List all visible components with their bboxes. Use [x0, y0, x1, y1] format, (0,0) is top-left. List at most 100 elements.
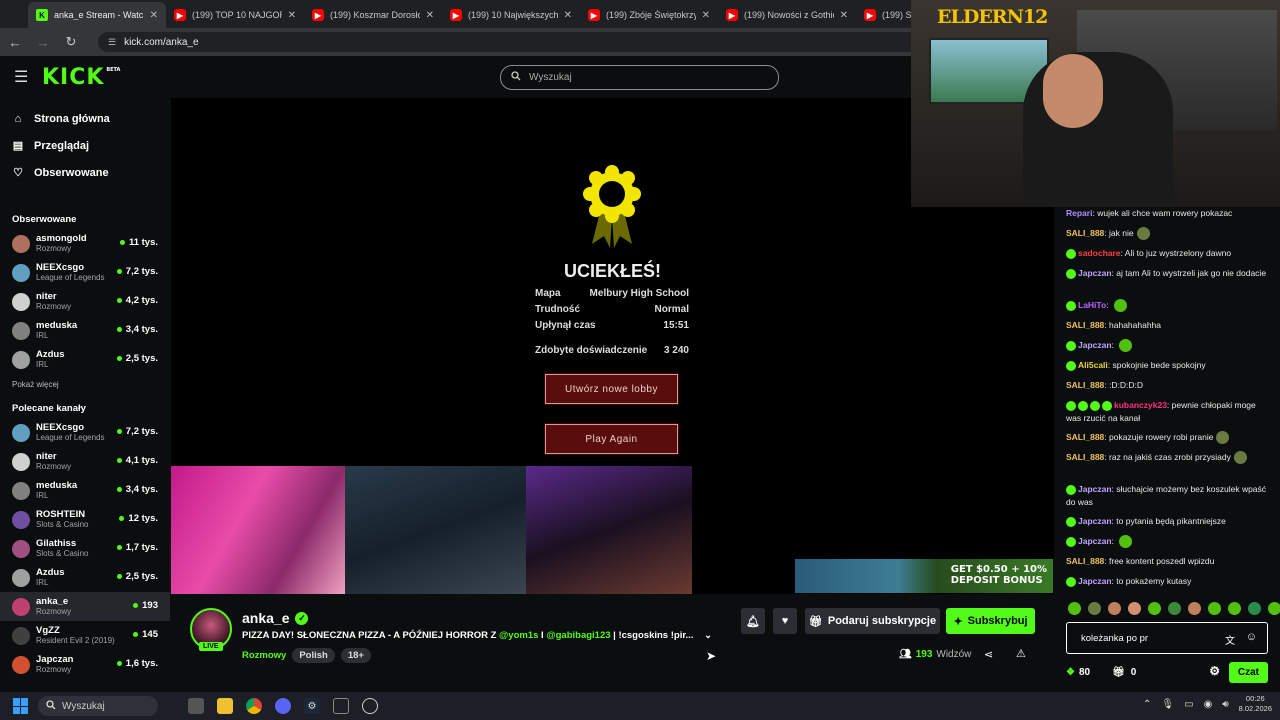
emote-icon[interactable] [1108, 602, 1121, 615]
channel-item[interactable]: NEEXcsgo League of Legends 7,2 tys. [0, 258, 170, 287]
close-tab-icon[interactable]: ✕ [150, 10, 158, 21]
channel-item[interactable]: Azdus IRL 2,5 tys. [0, 345, 170, 374]
channel-item[interactable]: meduska IRL 3,4 tys. [0, 316, 170, 345]
discord-icon[interactable] [275, 698, 291, 714]
channel-item[interactable]: VgZZ Resident Evil 2 (2019) 145 [0, 621, 170, 650]
sidebar-nav-1[interactable]: ▤ Przeglądaj [0, 132, 170, 159]
channel-item[interactable]: anka_e Rozmowy 193 [0, 592, 170, 621]
share-icon[interactable]: ⋖ [984, 648, 993, 661]
close-tab-icon[interactable]: ✕ [426, 10, 434, 21]
kick-logo[interactable]: KICK BETA [42, 65, 120, 90]
play-again-button[interactable]: Play Again [544, 423, 679, 455]
subscribe-button[interactable]: ✦ Subskrybuj [946, 608, 1035, 634]
mention-link[interactable]: @gabibagi123 [546, 630, 610, 641]
browser-tab[interactable]: ▶ (199) 10 Największych Dz ✕ [442, 2, 580, 28]
sidebar-nav-2[interactable]: ♡ Obserwowane [0, 159, 170, 186]
network-icon[interactable]: ◉ [1204, 699, 1213, 710]
notifications-button[interactable]: 🔔︎ [741, 608, 765, 634]
follow-button[interactable]: ♥ [773, 608, 797, 634]
address-bar[interactable]: ☰ kick.com/anka_e [98, 32, 978, 52]
tag-language[interactable]: Polish [292, 648, 335, 663]
emote-icon[interactable] [1148, 602, 1161, 615]
search-input[interactable]: Wyszukaj [500, 65, 779, 90]
points-count[interactable]: 80 [1079, 667, 1090, 678]
browser-tab[interactable]: ▶ (199) Zbóje Świętokrzysc ✕ [580, 2, 718, 28]
emote-icon[interactable] [1248, 602, 1261, 615]
chat-username[interactable]: Japczan [1078, 516, 1112, 526]
chat-username[interactable]: Japczan [1078, 340, 1112, 350]
emote-icon[interactable] [1068, 602, 1081, 615]
chevron-down-icon[interactable]: ⌄ [704, 630, 712, 641]
app-icon[interactable] [333, 698, 349, 714]
browser-tab[interactable]: ▶ (199) Nowości z Gothic R ✕ [718, 2, 856, 28]
obs-icon[interactable] [362, 698, 378, 714]
chat-username[interactable]: SALI_888 [1066, 432, 1104, 442]
browser-tab[interactable]: ▶ (199) TOP 10 NAJGORSZY ✕ [166, 2, 304, 28]
channel-item[interactable]: Gilathiss Slots & Casino 1,7 tys. [0, 534, 170, 563]
emote-icon[interactable] [1208, 602, 1221, 615]
display-icon[interactable]: ▭ [1184, 699, 1193, 710]
report-icon[interactable]: ⚠ [1016, 647, 1026, 660]
channel-item[interactable]: asmongold Rozmowy 11 tys. [0, 229, 170, 258]
browser-tab[interactable]: Kanka_e Stream - Watc ✕ [28, 2, 166, 28]
chat-username[interactable]: Japczan [1078, 484, 1112, 494]
forward-icon[interactable]: → [36, 35, 50, 50]
chat-username[interactable]: kubanczyk23 [1114, 400, 1167, 410]
new-lobby-button[interactable]: Utwórz nowe lobby [544, 373, 679, 405]
streamer-name[interactable]: anka_e [242, 610, 289, 626]
chat-username[interactable]: SALI_888 [1066, 380, 1104, 390]
channel-item[interactable]: Japczan Rozmowy 1,6 tys. [0, 650, 170, 679]
site-info-icon[interactable]: ☰ [108, 37, 116, 48]
channel-item[interactable]: niter Rozmowy 4,1 tys. [0, 447, 170, 476]
chat-username[interactable]: SALI_888 [1066, 556, 1104, 566]
chat-username[interactable]: Japczan [1078, 576, 1112, 586]
mention-link[interactable]: @yom1s [499, 630, 538, 641]
chevron-up-icon[interactable]: ⌃ [1143, 699, 1151, 710]
category-link[interactable]: Rozmowy [242, 650, 286, 661]
volume-icon[interactable]: 🔊︎ [1222, 699, 1228, 710]
task-view-icon[interactable] [188, 698, 204, 714]
close-tab-icon[interactable]: ✕ [840, 10, 848, 21]
emote-icon[interactable] [1228, 602, 1241, 615]
chat-username[interactable]: Repari [1066, 208, 1092, 218]
chat-username[interactable]: LaHiTo [1078, 300, 1106, 310]
chrome-icon[interactable] [246, 698, 262, 714]
channel-item[interactable]: Azdus IRL 2,5 tys. [0, 563, 170, 592]
ad-banner[interactable]: GET $0.50 + 10% DEPOSIT BONUS [795, 559, 1053, 593]
emote-icon[interactable] [1168, 602, 1181, 615]
gifts-count[interactable]: 0 [1131, 667, 1137, 678]
chat-input[interactable]: koleżanka po pr 文 ☺ [1066, 622, 1268, 654]
channel-item[interactable]: ROSHTEIN Slots & Casino 12 tys. [0, 505, 170, 534]
browser-tab[interactable]: ▶ (199) Koszmar Dorosłości ✕ [304, 2, 442, 28]
clock[interactable]: 00:26 8.02.2026 [1239, 694, 1272, 714]
tag-mature[interactable]: 18+ [340, 648, 371, 663]
emote-icon[interactable] [1088, 602, 1101, 615]
emoji-icon[interactable]: ☺ [1246, 631, 1257, 643]
chat-username[interactable]: SALI_888 [1066, 320, 1104, 330]
reload-icon[interactable]: ↻ [64, 34, 78, 50]
settings-icon[interactable]: ⚙ [1209, 664, 1220, 678]
chat-username[interactable]: SALI_888 [1066, 228, 1104, 238]
microphone-icon[interactable]: 🎙︎ [1161, 699, 1174, 710]
translate-icon[interactable]: 文 [1225, 632, 1235, 647]
channel-item[interactable]: meduska IRL 3,4 tys. [0, 476, 170, 505]
emote-icon[interactable] [1268, 602, 1280, 615]
channel-item[interactable]: NEEXcsgo League of Legends 7,2 tys. [0, 418, 170, 447]
emote-icon[interactable] [1128, 602, 1141, 615]
steam-icon[interactable]: ⚙ [304, 698, 320, 714]
chat-username[interactable]: sadochare [1078, 248, 1121, 258]
send-chat-button[interactable]: Czat [1228, 662, 1268, 683]
close-tab-icon[interactable]: ✕ [564, 10, 572, 21]
taskbar-search[interactable]: Wyszukaj [38, 696, 158, 716]
emote-icon[interactable] [1188, 602, 1201, 615]
channel-item[interactable]: niter Rozmowy 4,2 tys. [0, 287, 170, 316]
gift-subs-button[interactable]: 🎁︎ Podaruj subskrypcje [805, 608, 940, 634]
windows-start-icon[interactable] [13, 698, 29, 714]
file-explorer-icon[interactable] [217, 698, 233, 714]
chat-username[interactable]: SALI_888 [1066, 452, 1104, 462]
close-tab-icon[interactable]: ✕ [288, 10, 296, 21]
sidebar-nav-0[interactable]: ⌂ Strona główna [0, 105, 170, 132]
menu-icon[interactable]: ☰ [14, 67, 28, 87]
back-icon[interactable]: ← [8, 35, 22, 50]
chat-username[interactable]: Ali5cali [1078, 360, 1108, 370]
